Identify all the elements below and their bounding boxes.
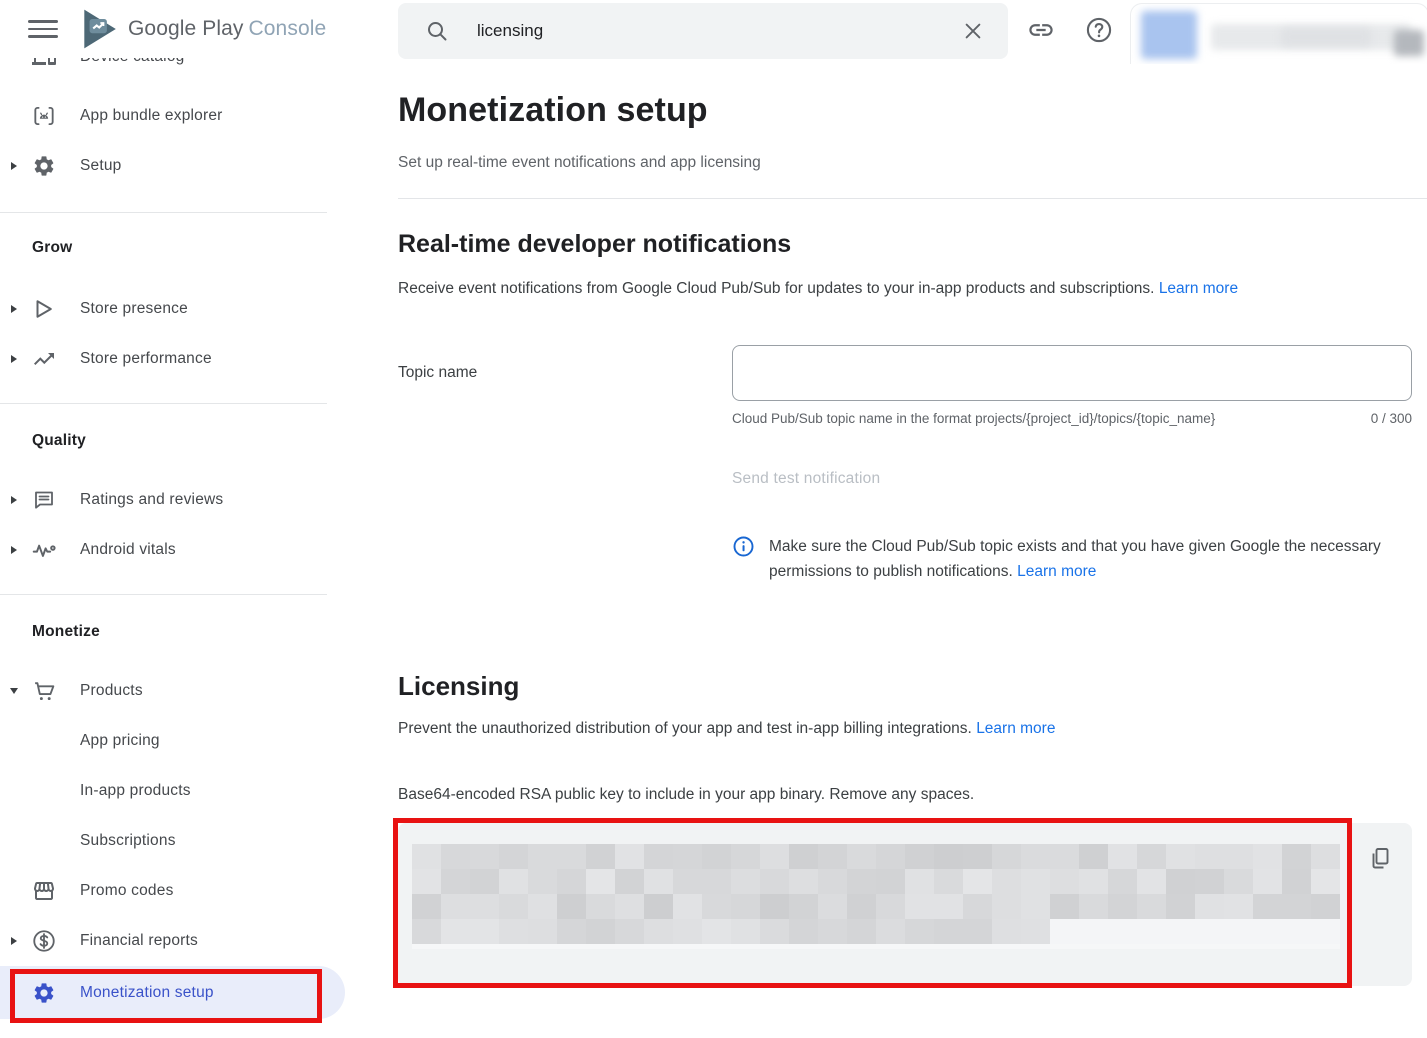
expand-arrow-icon[interactable]: [4, 496, 24, 504]
sidebar-item-subscriptions[interactable]: Subscriptions: [0, 816, 345, 866]
storefront-icon: [30, 877, 58, 905]
gear-icon: [30, 979, 58, 1007]
collapse-arrow-icon[interactable]: [4, 688, 24, 694]
rtdn-description: Receive event notifications from Google …: [398, 280, 1427, 298]
play-console-logo[interactable]: Google PlayConsole: [80, 8, 326, 50]
sidebar-item-setup[interactable]: Setup: [0, 141, 345, 191]
sidebar-item-products[interactable]: Products: [0, 666, 345, 716]
copy-icon[interactable]: [1364, 843, 1396, 875]
devices-icon: [30, 58, 58, 71]
logo-text: Google PlayConsole: [128, 17, 326, 41]
sidebar-item-in-app-products[interactable]: In-app products: [0, 766, 345, 816]
google-play-logo-icon: [80, 8, 118, 50]
note-text: Make sure the Cloud Pub/Sub topic exists…: [769, 534, 1409, 584]
sidebar-header: Google PlayConsole: [0, 0, 345, 58]
trending-up-icon: [30, 345, 58, 373]
sidebar-item-device-catalog-clipped[interactable]: Device catalog: [0, 58, 345, 78]
expand-arrow-icon[interactable]: [4, 305, 24, 313]
page-subtitle: Set up real-time event notifications and…: [398, 154, 1427, 172]
expand-arrow-icon[interactable]: [4, 937, 24, 945]
topic-helper-text: Cloud Pub/Sub topic name in the format p…: [732, 411, 1215, 426]
sidebar: Google PlayConsole Device catalog App bu…: [0, 0, 345, 1038]
pulse-icon: [30, 536, 58, 564]
page-title: Monetization setup: [398, 88, 1427, 132]
sidebar-item-store-presence[interactable]: Store presence: [0, 284, 345, 334]
licensing-description: Prevent the unauthorized distribution of…: [398, 720, 1427, 738]
rtdn-heading: Real-time developer notifications: [398, 229, 1427, 259]
sidebar-item-promo-codes[interactable]: Promo codes: [0, 866, 345, 916]
sidebar-item-ratings-and-reviews[interactable]: Ratings and reviews: [0, 475, 345, 525]
gear-icon: [30, 152, 58, 180]
license-key-caption: Base64-encoded RSA public key to include…: [398, 786, 1427, 804]
divider: [0, 403, 327, 404]
sidebar-item-app-bundle-explorer[interactable]: App bundle explorer: [0, 91, 345, 141]
license-key-box: [398, 823, 1412, 986]
sidebar-item-store-performance[interactable]: Store performance: [0, 334, 345, 384]
send-test-notification-button[interactable]: Send test notification: [732, 470, 880, 488]
sidebar-section-grow: Grow: [0, 239, 345, 257]
topic-name-label: Topic name: [398, 345, 732, 426]
expand-arrow-icon[interactable]: [4, 355, 24, 363]
divider: [398, 198, 1427, 199]
main-content: Monetization setup Set up real-time even…: [398, 0, 1427, 986]
sidebar-section-monetize: Monetize: [0, 623, 345, 641]
cart-icon: [30, 677, 58, 705]
license-key-redacted-strip: [412, 944, 1340, 949]
sidebar-section-quality: Quality: [0, 432, 345, 450]
dollar-icon: [30, 927, 58, 955]
divider: [0, 594, 327, 595]
topic-name-input[interactable]: [732, 345, 1412, 401]
sidebar-item-android-vitals[interactable]: Android vitals: [0, 525, 345, 575]
expand-arrow-icon[interactable]: [4, 546, 24, 554]
char-counter: 0 / 300: [1371, 411, 1412, 426]
license-key-redacted: [412, 844, 1340, 944]
note-learn-more-link[interactable]: Learn more: [1017, 563, 1096, 580]
comment-icon: [30, 486, 58, 514]
app-bundle-icon: [30, 102, 58, 130]
topic-name-row: Topic name Cloud Pub/Sub topic name in t…: [398, 345, 1427, 426]
licensing-learn-more-link[interactable]: Learn more: [976, 720, 1055, 737]
sidebar-item-app-pricing[interactable]: App pricing: [0, 716, 345, 766]
menu-icon[interactable]: [28, 15, 58, 44]
sidebar-item-monetization-setup[interactable]: Monetization setup: [0, 966, 345, 1019]
rtdn-learn-more-link[interactable]: Learn more: [1159, 280, 1238, 297]
sidebar-item-financial-reports[interactable]: Financial reports: [0, 916, 345, 966]
licensing-heading: Licensing: [398, 670, 1427, 703]
expand-arrow-icon[interactable]: [4, 162, 24, 170]
divider: [0, 212, 327, 213]
play-store-icon: [30, 295, 58, 323]
pubsub-note: Make sure the Cloud Pub/Sub topic exists…: [732, 534, 1427, 584]
info-icon: [732, 535, 755, 584]
